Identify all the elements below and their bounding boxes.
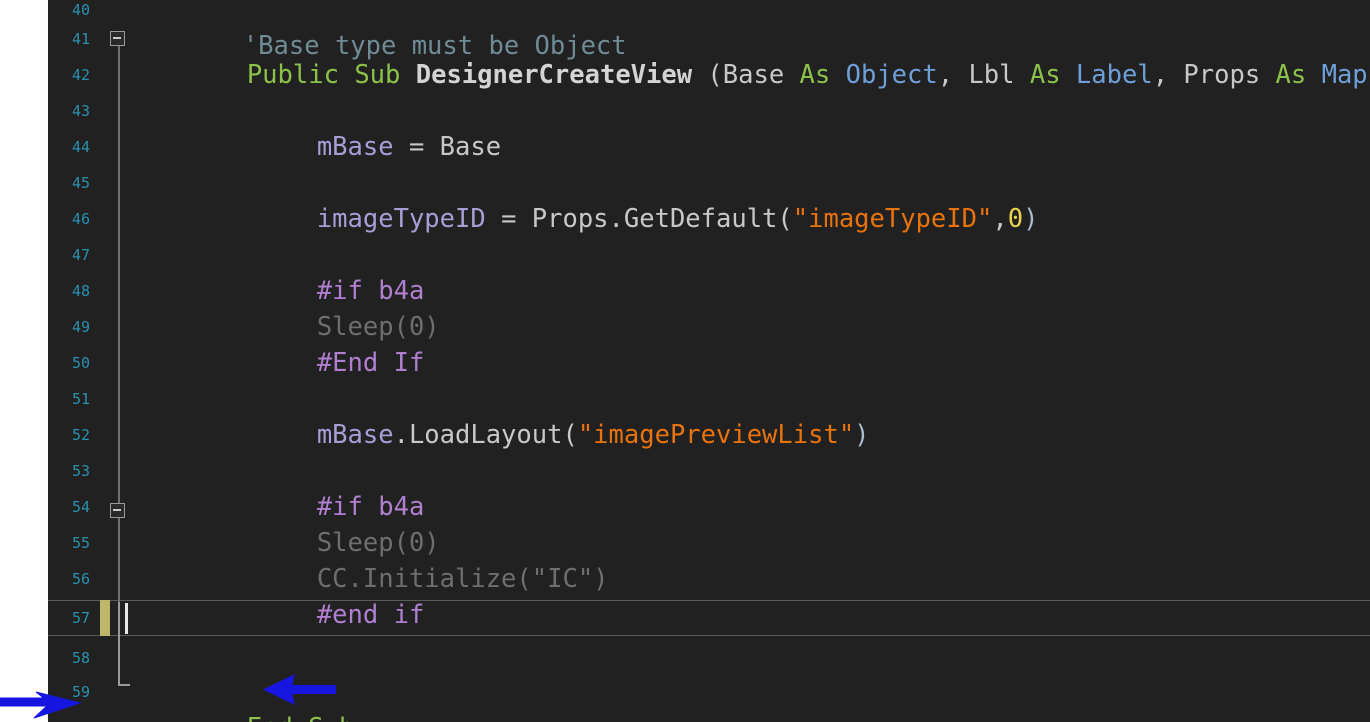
code-line[interactable]: 53 #if b4a [48, 453, 1370, 489]
line-content: #if b4a [194, 453, 424, 489]
code-line[interactable]: 58 [48, 640, 1370, 676]
line-number: 52 [48, 417, 94, 453]
code-line[interactable]: 42 [48, 57, 1370, 93]
line-content: #end if [194, 561, 424, 597]
code-line[interactable]: 46 [48, 201, 1370, 237]
line-content: #End If [194, 309, 424, 345]
line-number: 57 [48, 600, 94, 636]
line-number: 49 [48, 309, 94, 345]
line-number: 44 [48, 129, 94, 165]
code-line-current[interactable]: 57 [48, 600, 1370, 636]
line-number: 46 [48, 201, 94, 237]
line-number: 55 [48, 525, 94, 561]
code-line[interactable]: 41 Public Sub DesignerCreateView (Base A… [48, 21, 1370, 57]
line-number: 56 [48, 561, 94, 597]
line-number: 51 [48, 381, 94, 417]
line-number: 48 [48, 273, 94, 309]
line-number: 50 [48, 345, 94, 381]
code-line[interactable]: 56 #end if [48, 561, 1370, 597]
line-number: 43 [48, 93, 94, 129]
line-content: Public Sub DesignerCreateView (Base As O… [124, 21, 1370, 57]
code-line[interactable]: 55 CC.Initialize("IC") [48, 525, 1370, 561]
line-content: imageTypeID = Props.GetDefault("imageTyp… [194, 165, 1038, 201]
line-content: mBase.LoadLayout("imagePreviewList") [194, 381, 870, 417]
code-line[interactable]: 49 #End If [48, 309, 1370, 345]
code-line[interactable]: 45 imageTypeID = Props.GetDefault("image… [48, 165, 1370, 201]
code-editor-screenshot: 40 'Base type must be Object 41 Public S… [0, 0, 1370, 722]
line-number: 41 [48, 21, 94, 57]
keyword-end: End [247, 713, 293, 722]
code-line[interactable]: 54 Sleep(0) [48, 489, 1370, 525]
code-line[interactable]: 48 Sleep(0) [48, 273, 1370, 309]
code-line[interactable]: 43 mBase = Base [48, 93, 1370, 129]
left-white-margin [0, 0, 48, 722]
annotation-arrow-left-icon [264, 670, 336, 710]
code-line[interactable]: 51 mBase.LoadLayout("imagePreviewList") [48, 381, 1370, 417]
keyword-sub: Sub [293, 713, 354, 722]
line-number: 47 [48, 237, 94, 273]
line-number: 58 [48, 640, 94, 676]
annotation-arrow-right-icon [0, 690, 82, 722]
code-line[interactable]: 44 [48, 129, 1370, 165]
line-content: #if b4a [194, 237, 424, 273]
line-content: Sleep(0) [194, 489, 440, 525]
line-number: 45 [48, 165, 94, 201]
code-line[interactable]: 50 [48, 345, 1370, 381]
line-content: CC.Initialize("IC") [194, 525, 609, 561]
code-line[interactable]: 52 [48, 417, 1370, 453]
line-number: 54 [48, 489, 94, 525]
line-content: Sleep(0) [194, 273, 440, 309]
line-number: 42 [48, 57, 94, 93]
line-content: mBase = Base [194, 93, 501, 129]
code-line[interactable]: 59 End Sub [48, 674, 1370, 710]
code-line[interactable]: 47 #if b4a [48, 237, 1370, 273]
code-editor-pane[interactable]: 40 'Base type must be Object 41 Public S… [48, 0, 1370, 722]
line-number: 53 [48, 453, 94, 489]
